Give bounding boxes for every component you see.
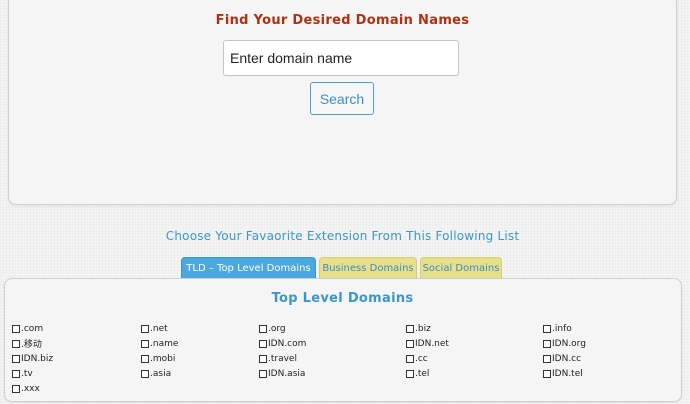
extension-option[interactable]: .name: [141, 336, 178, 351]
extension-checkbox[interactable]: [259, 369, 267, 378]
extension-option[interactable]: .biz: [406, 321, 449, 336]
extension-label: .asia: [150, 368, 172, 379]
extension-intro-text: Choose Your Favaorite Extension From Thi…: [165, 229, 520, 243]
extension-label: .name: [150, 338, 179, 349]
extension-label: .cc: [415, 353, 428, 364]
extension-option[interactable]: IDN.cc: [543, 351, 586, 366]
extension-checkbox[interactable]: [141, 324, 149, 333]
extension-checkbox[interactable]: [406, 354, 414, 363]
extension-label: .info: [552, 323, 572, 334]
search-button[interactable]: Search: [310, 82, 374, 115]
extension-option[interactable]: .xxx: [12, 381, 53, 396]
extension-option[interactable]: .移动: [12, 336, 53, 351]
extension-checkbox[interactable]: [543, 369, 551, 378]
extension-label: .移动: [21, 340, 42, 350]
extension-option[interactable]: IDN.org: [543, 336, 586, 351]
extension-label: IDN.com: [268, 338, 307, 349]
extension-checkbox[interactable]: [141, 339, 149, 348]
extension-column-2: .net .name .mobi .asia: [141, 321, 178, 381]
extension-checkbox[interactable]: [543, 324, 551, 333]
extension-label: .com: [21, 323, 44, 334]
extension-label: IDN.biz: [21, 353, 54, 364]
extension-label: .biz: [415, 323, 431, 334]
extension-option[interactable]: .net: [141, 321, 178, 336]
extension-option[interactable]: .info: [543, 321, 586, 336]
extension-label: IDN.asia: [268, 368, 306, 379]
extension-option[interactable]: .asia: [141, 366, 178, 381]
extension-checkbox[interactable]: [259, 339, 267, 348]
extension-label: .tv: [21, 368, 33, 379]
tab-top-level-domains[interactable]: TLD – Top Level Domains: [181, 257, 316, 279]
extension-label: .net: [150, 323, 168, 334]
extension-checkbox[interactable]: [141, 369, 149, 378]
extension-checkbox[interactable]: [12, 354, 20, 363]
extension-option[interactable]: .tv: [12, 366, 53, 381]
extension-option[interactable]: .travel: [259, 351, 306, 366]
extensions-panel-title: Top Level Domains: [271, 291, 414, 306]
extension-label: IDN.org: [552, 338, 586, 349]
extension-checkbox[interactable]: [543, 354, 551, 363]
extension-label: .tel: [415, 368, 430, 379]
extension-option[interactable]: .tel: [406, 366, 449, 381]
extension-label: .org: [268, 323, 286, 334]
extension-option[interactable]: IDN.biz: [12, 351, 53, 366]
extension-option[interactable]: .mobi: [141, 351, 178, 366]
extension-option[interactable]: .org: [259, 321, 306, 336]
extension-option[interactable]: IDN.tel: [543, 366, 586, 381]
extension-option[interactable]: IDN.net: [406, 336, 449, 351]
extension-label: .mobi: [150, 353, 176, 364]
tab-social-domains[interactable]: Social Domains: [420, 257, 502, 279]
extension-checkbox[interactable]: [12, 384, 20, 393]
extension-column-1: .com .移动 IDN.biz .tv .xxx: [12, 321, 53, 396]
search-title: Find Your Desired Domain Names: [215, 13, 470, 28]
extension-label: IDN.tel: [552, 368, 583, 379]
extension-column-3: .org IDN.com .travel IDN.asia: [259, 321, 306, 381]
extension-option[interactable]: .com: [12, 321, 53, 336]
extension-option[interactable]: IDN.com: [259, 336, 306, 351]
extension-label: IDN.net: [415, 338, 449, 349]
tab-business-domains[interactable]: Business Domains: [319, 257, 417, 279]
extension-column-4: .biz IDN.net .cc .tel: [406, 321, 449, 381]
extension-checkbox[interactable]: [259, 354, 267, 363]
extension-label: .travel: [268, 353, 297, 364]
extension-checkbox[interactable]: [141, 354, 149, 363]
extension-label: .xxx: [21, 383, 40, 394]
extension-checkbox[interactable]: [406, 369, 414, 378]
extension-checkbox[interactable]: [12, 324, 20, 333]
extension-checkbox[interactable]: [12, 369, 20, 378]
extension-checkbox[interactable]: [12, 339, 20, 348]
extension-checkbox[interactable]: [259, 324, 267, 333]
extension-checkbox[interactable]: [543, 339, 551, 348]
extension-option[interactable]: .cc: [406, 351, 449, 366]
extension-column-5: .info IDN.org IDN.cc IDN.tel: [543, 321, 586, 381]
extension-label: IDN.cc: [552, 353, 582, 364]
extension-option[interactable]: IDN.asia: [259, 366, 306, 381]
domain-search-input[interactable]: [223, 40, 459, 76]
extension-checkbox[interactable]: [406, 339, 414, 348]
extension-checkbox[interactable]: [406, 324, 414, 333]
